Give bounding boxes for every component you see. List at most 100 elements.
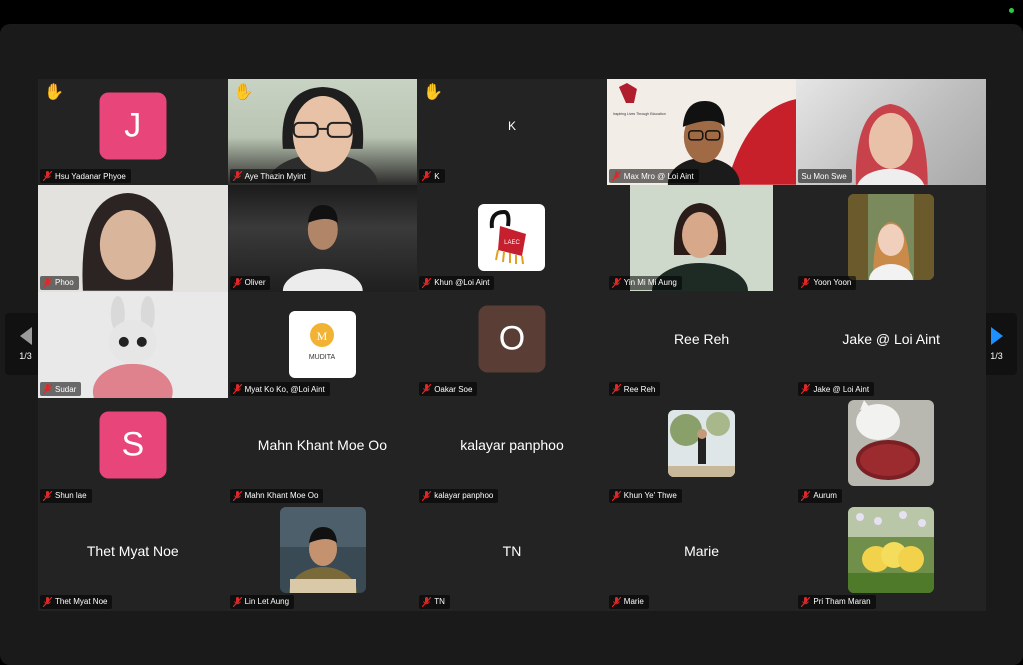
participant-tile[interactable]: LAEC Khun @Loi Aint: [417, 185, 607, 292]
participant-tile[interactable]: Jake @ Loi Aint Jake @ Loi Aint: [796, 291, 986, 399]
microphone-muted-icon: [801, 490, 811, 501]
participant-tile[interactable]: S Shun lae: [38, 398, 228, 505]
slide-caption: Inspiring Lives Through Education: [612, 112, 666, 116]
microphone-muted-icon: [232, 384, 242, 395]
participant-nameplate: Mahn Khant Moe Oo: [229, 488, 324, 503]
microphone-muted-icon: [43, 490, 52, 501]
microphone-muted-icon: [611, 384, 621, 395]
participant-name: kalayar panphoo: [434, 491, 494, 501]
participant-tile[interactable]: Yoon Yoon: [796, 185, 986, 292]
participant-name: Jake @ Loi Aint: [813, 384, 870, 394]
cat-photo: [856, 400, 921, 481]
person-photo: [848, 194, 935, 281]
participant-nameplate: Khun Ye' Thwe: [608, 488, 682, 503]
page-indicator-right: 1/3: [990, 351, 1003, 361]
chevron-left-icon: [19, 327, 32, 345]
participant-name: Sudar: [55, 384, 77, 394]
participant-name: Thet Myat Noe: [55, 597, 108, 607]
display-name-text: Jake @ Loi Aint: [842, 330, 940, 347]
participant-tile[interactable]: Sudar: [38, 291, 228, 399]
raised-hand-icon: ✋: [44, 84, 64, 101]
bag-logo-icon: LAEC: [489, 210, 527, 265]
participant-nameplate: Jake @ Loi Aint: [798, 382, 875, 397]
microphone-muted-icon: [232, 171, 242, 182]
profile-picture: [667, 410, 735, 478]
microphone-muted-icon: [232, 490, 242, 501]
avatar: J: [99, 92, 167, 160]
participant-nameplate: Yin Mi Mi Aung: [608, 275, 682, 290]
participant-nameplate: Khun @Loi Aint: [419, 275, 495, 290]
logo-text: LAEC: [504, 240, 520, 246]
participant-nameplate: Oakar Soe: [419, 382, 478, 397]
participant-tile[interactable]: Lin Let Aung: [227, 504, 418, 611]
microphone-muted-icon: [801, 596, 811, 607]
participant-name: Max Mro @ Loi Aint: [623, 171, 694, 181]
participant-tile[interactable]: M MUDITA Myat Ko Ko, @Loi Aint: [227, 291, 418, 399]
display-name-text: TN: [502, 543, 522, 560]
participant-tile[interactable]: TN TN: [417, 504, 607, 611]
microphone-muted-icon: [422, 277, 432, 288]
participant-tile[interactable]: Phoo: [38, 185, 228, 292]
participant-tile[interactable]: ✋ Aye Thazin Myint: [227, 79, 418, 186]
participant-tile-active-speaker[interactable]: Su Mon Swe: [796, 79, 986, 186]
participant-tile[interactable]: ✋ J Hsu Yadanar Phyoe: [38, 79, 228, 186]
avatar: O: [478, 305, 546, 373]
participant-name: Khun @Loi Aint: [434, 278, 490, 288]
profile-picture: [848, 506, 935, 593]
participant-nameplate: Myat Ko Ko, @Loi Aint: [229, 382, 330, 397]
participant-nameplate: Su Mon Swe: [798, 169, 852, 184]
participant-tile[interactable]: kalayar panphoo kalayar panphoo: [417, 398, 607, 505]
display-name-text: Marie: [684, 543, 720, 560]
participant-name: K: [434, 171, 440, 181]
page-indicator-left: 1/3: [19, 351, 32, 361]
microphone-muted-icon: [232, 596, 242, 607]
participant-nameplate: Sudar: [40, 382, 82, 397]
microphone-muted-icon: [43, 596, 52, 607]
person-photo: [279, 506, 366, 593]
participant-name: Myat Ko Ko, @Loi Aint: [244, 384, 325, 394]
participant-tile[interactable]: Oliver: [227, 185, 418, 292]
participant-nameplate: Phoo: [40, 275, 79, 290]
participant-nameplate: Max Mro @ Loi Aint: [608, 169, 699, 184]
display-name-text: kalayar panphoo: [460, 436, 564, 453]
participant-name: Oliver: [244, 278, 266, 288]
microphone-muted-icon: [801, 277, 811, 288]
display-name-text: Thet Myat Noe: [86, 543, 179, 560]
display-name-text: Ree Reh: [673, 330, 730, 347]
microphone-muted-icon: [43, 171, 52, 182]
participant-nameplate: Yoon Yoon: [798, 275, 857, 290]
microphone-muted-icon: [611, 490, 621, 501]
participant-name: Yoon Yoon: [813, 278, 852, 288]
participant-tile[interactable]: Aurum: [796, 398, 986, 505]
participant-tile[interactable]: O Oakar Soe: [417, 291, 607, 399]
participant-name: Hsu Yadanar Phyoe: [55, 171, 126, 181]
participant-nameplate: Lin Let Aung: [229, 594, 295, 609]
participant-tile[interactable]: Khun Ye' Thwe: [606, 398, 797, 505]
participant-tile[interactable]: Mahn Khant Moe Oo Mahn Khant Moe Oo: [227, 398, 418, 505]
participant-tile[interactable]: Pri Tham Maran: [796, 504, 986, 611]
mudita-logo-icon: M MUDITA: [308, 322, 335, 361]
participant-nameplate: Thet Myat Noe: [40, 594, 113, 609]
participant-tile[interactable]: Inspiring Lives Through Education Max Mr…: [606, 79, 797, 186]
microphone-muted-icon: [43, 384, 52, 395]
microphone-muted-icon: [611, 171, 621, 182]
participant-name: Aye Thazin Myint: [244, 171, 306, 181]
participant-nameplate: kalayar panphoo: [419, 488, 499, 503]
participant-nameplate: Hsu Yadanar Phyoe: [40, 169, 131, 184]
participant-tile[interactable]: Yin Mi Mi Aung: [606, 185, 797, 292]
raised-hand-icon: ✋: [423, 84, 444, 101]
participant-tile[interactable]: Thet Myat Noe Thet Myat Noe: [38, 504, 228, 611]
participant-name: Lin Let Aung: [244, 597, 290, 607]
participant-tile[interactable]: ✋ K K: [417, 79, 607, 186]
participant-tile[interactable]: Ree Reh Ree Reh: [606, 291, 797, 399]
microphone-muted-icon: [611, 277, 621, 288]
participant-nameplate: K: [419, 169, 445, 184]
participant-name: Oakar Soe: [434, 384, 473, 394]
participant-nameplate: Aye Thazin Myint: [229, 169, 311, 184]
participant-nameplate: Shun lae: [40, 488, 92, 503]
participant-tile[interactable]: Marie Marie: [606, 504, 797, 611]
microphone-muted-icon: [422, 490, 432, 501]
profile-picture: LAEC: [478, 204, 546, 272]
participant-nameplate: TN: [419, 594, 450, 609]
participant-name: Pri Tham Maran: [813, 597, 871, 607]
